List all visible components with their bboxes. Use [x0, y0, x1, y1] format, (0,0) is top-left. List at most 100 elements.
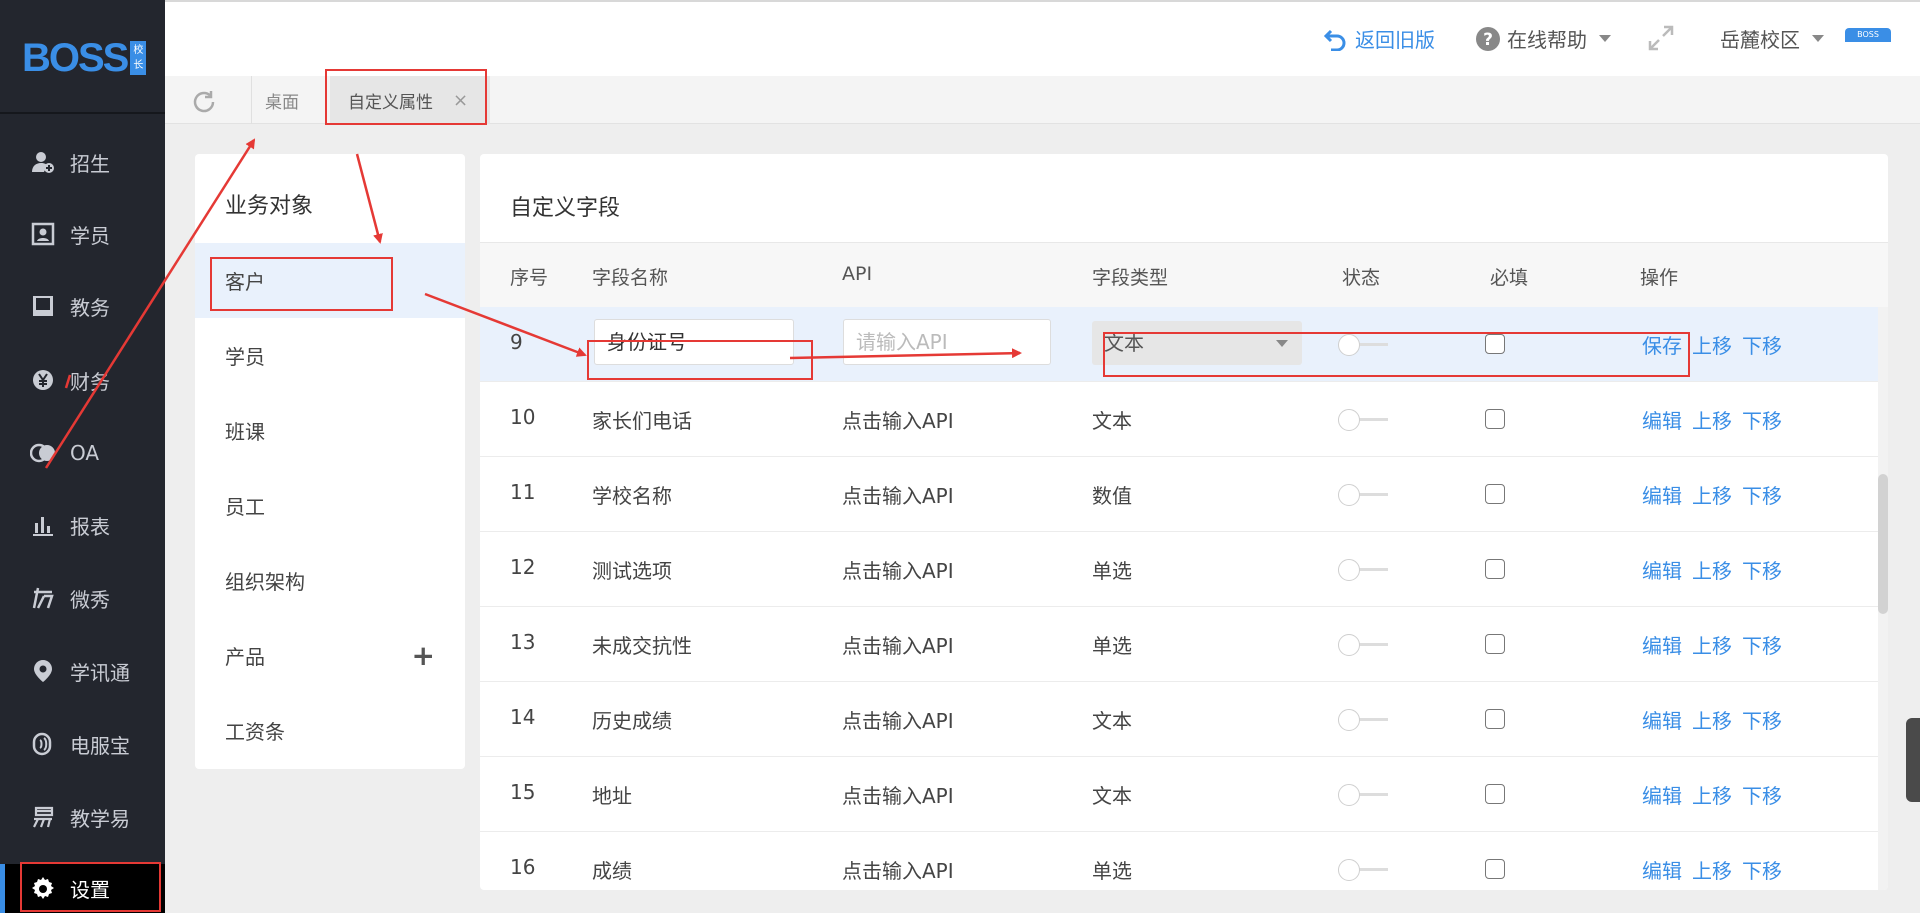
tab-desktop[interactable]: 桌面	[265, 76, 299, 124]
status-toggle[interactable]	[1338, 559, 1390, 581]
side-widget-handle[interactable]	[1906, 718, 1920, 802]
edit-button[interactable]: 编辑	[1642, 709, 1682, 733]
move-up-button[interactable]: 上移	[1692, 859, 1732, 883]
field-name: 成绩	[592, 859, 632, 883]
object-item-student[interactable]: 学员	[195, 318, 465, 393]
sidebar-item-xuexuntong[interactable]: 学讯通	[0, 643, 165, 699]
object-item-class[interactable]: 班课	[195, 393, 465, 468]
object-item-payslip[interactable]: 工资条	[195, 693, 465, 768]
sidebar-item-dianfubao[interactable]: 电服宝	[0, 716, 165, 772]
sidebar-item-students[interactable]: 学员	[0, 206, 165, 262]
scrollbar-thumb[interactable]	[1878, 474, 1888, 614]
help-circle-icon: ?	[1475, 26, 1501, 52]
api-cell[interactable]: 点击输入API	[842, 555, 954, 584]
field-name: 地址	[592, 784, 632, 808]
move-up-button[interactable]: 上移	[1692, 784, 1732, 808]
edit-button[interactable]: 编辑	[1642, 784, 1682, 808]
chevron-down-icon	[1599, 35, 1611, 42]
back-to-old-version-link[interactable]: 返回旧版	[1323, 24, 1435, 53]
oa-circles-icon	[30, 440, 56, 466]
logo-text: BOSS	[22, 35, 129, 80]
api-cell[interactable]: 点击输入API	[842, 780, 954, 809]
move-down-button[interactable]: 下移	[1742, 484, 1782, 508]
sidebar-item-label: 学讯通	[70, 660, 130, 685]
bar-chart-icon	[30, 512, 56, 538]
required-checkbox[interactable]	[1485, 409, 1505, 429]
move-down-button[interactable]: 下移	[1742, 784, 1782, 808]
column-header: 状态	[1342, 267, 1381, 289]
move-down-button[interactable]: 下移	[1742, 409, 1782, 433]
field-name: 测试选项	[592, 559, 672, 583]
sidebar-item-weixiu[interactable]: 微秀	[0, 570, 165, 626]
logo-badge: 校长	[130, 41, 147, 75]
tab-label: 桌面	[265, 92, 299, 113]
refresh-icon[interactable]	[191, 89, 217, 119]
sidebar-item-recruit[interactable]: 招生	[0, 134, 165, 190]
online-help-menu[interactable]: ? 在线帮助	[1475, 24, 1611, 53]
edit-button[interactable]: 编辑	[1642, 409, 1682, 433]
move-up-button[interactable]: 上移	[1692, 634, 1732, 658]
fullscreen-toggle[interactable]	[1647, 24, 1675, 52]
required-checkbox[interactable]	[1485, 484, 1505, 504]
move-down-button[interactable]: 下移	[1742, 634, 1782, 658]
sidebar-item-jiaoxueyi[interactable]: 教学易	[0, 789, 165, 845]
row-number: 9	[510, 330, 523, 354]
required-checkbox[interactable]	[1485, 634, 1505, 654]
sidebar-item-finance[interactable]: 财务	[0, 352, 165, 408]
status-toggle[interactable]	[1338, 784, 1390, 806]
edit-button[interactable]: 编辑	[1642, 859, 1682, 883]
api-input[interactable]: 请输入API	[843, 319, 1051, 365]
sidebar-item-oa[interactable]: OA	[0, 425, 165, 481]
row-actions: 编辑 上移 下移	[1642, 855, 1792, 884]
table-row: 15 地址 点击输入API 文本 编辑 上移 下移	[480, 757, 1888, 832]
user-add-icon	[30, 149, 56, 175]
required-checkbox[interactable]	[1485, 859, 1505, 879]
annotation-box-tab	[325, 69, 487, 125]
object-label: 产品	[225, 645, 265, 669]
api-cell[interactable]: 点击输入API	[842, 405, 954, 434]
row-actions: 编辑 上移 下移	[1642, 555, 1792, 584]
user-avatar[interactable]: BOSS	[1845, 28, 1891, 42]
api-cell[interactable]: 点击输入API	[842, 630, 954, 659]
move-down-button[interactable]: 下移	[1742, 859, 1782, 883]
campus-selector[interactable]: 岳麓校区	[1720, 24, 1824, 53]
move-up-button[interactable]: 上移	[1692, 709, 1732, 733]
sidebar-item-academic[interactable]: 教务	[0, 278, 165, 334]
status-toggle[interactable]	[1338, 859, 1390, 881]
sidebar-item-label: OA	[70, 441, 100, 465]
status-toggle[interactable]	[1338, 634, 1390, 656]
status-toggle[interactable]	[1338, 484, 1390, 506]
add-product-button[interactable]: +	[412, 639, 435, 672]
api-cell[interactable]: 点击输入API	[842, 705, 954, 734]
edit-button[interactable]: 编辑	[1642, 634, 1682, 658]
move-down-button[interactable]: 下移	[1742, 334, 1782, 358]
sidebar-item-reports[interactable]: 报表	[0, 497, 165, 553]
table-row: 11 学校名称 点击输入API 数值 编辑 上移 下移	[480, 457, 1888, 532]
annotation-box-row	[1103, 332, 1690, 377]
object-item-staff[interactable]: 员工	[195, 468, 465, 543]
edit-button[interactable]: 编辑	[1642, 484, 1682, 508]
chevron-down-icon	[1812, 35, 1824, 42]
column-header: 字段类型	[1092, 267, 1169, 289]
required-checkbox[interactable]	[1485, 559, 1505, 579]
field-type: 单选	[1092, 559, 1132, 583]
edu-logo-icon	[30, 804, 56, 830]
move-up-button[interactable]: 上移	[1692, 334, 1732, 358]
api-cell[interactable]: 点击输入API	[842, 855, 954, 884]
annotation-box-settings	[20, 862, 161, 912]
api-cell[interactable]: 点击输入API	[842, 480, 954, 509]
required-checkbox[interactable]	[1485, 709, 1505, 729]
move-up-button[interactable]: 上移	[1692, 559, 1732, 583]
object-item-product[interactable]: 产品 +	[195, 618, 465, 693]
move-down-button[interactable]: 下移	[1742, 559, 1782, 583]
status-toggle[interactable]	[1338, 709, 1390, 731]
object-item-org[interactable]: 组织架构	[195, 543, 465, 618]
app-logo[interactable]: BOSS 校长	[22, 35, 147, 80]
status-toggle[interactable]	[1338, 409, 1390, 431]
move-up-button[interactable]: 上移	[1692, 484, 1732, 508]
field-name: 历史成绩	[592, 709, 672, 733]
edit-button[interactable]: 编辑	[1642, 559, 1682, 583]
move-up-button[interactable]: 上移	[1692, 409, 1732, 433]
move-down-button[interactable]: 下移	[1742, 709, 1782, 733]
required-checkbox[interactable]	[1485, 784, 1505, 804]
